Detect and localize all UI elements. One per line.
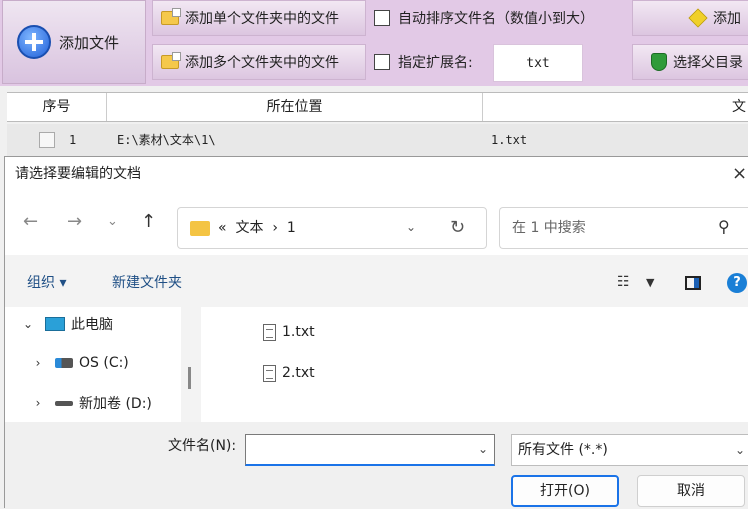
list-item[interactable]: 2.txt <box>263 362 315 384</box>
dialog-title: 请选择要编辑的文档 <box>15 166 141 182</box>
add-single-folder-label: 添加单个文件夹中的文件 <box>185 11 339 27</box>
row-checkbox[interactable] <box>39 132 55 148</box>
search-box[interactable]: 在 1 中搜索 ⚲ <box>499 207 748 249</box>
file-type-select[interactable]: 所有文件 (*.*) ⌄ <box>511 434 748 466</box>
file-list: 1.txt 2.txt <box>201 307 748 422</box>
new-folder-button[interactable]: 新建文件夹 <box>112 264 182 302</box>
add-button-partial[interactable]: 添加 <box>632 0 748 36</box>
column-header-location[interactable]: 所在位置 <box>107 93 483 121</box>
list-item[interactable]: 1.txt <box>263 321 315 343</box>
tree-item-c-drive[interactable]: › OS (C:) <box>5 346 207 380</box>
select-parent-label: 选择父目录 <box>673 55 743 71</box>
tree-item-label: 此电脑 <box>71 317 113 333</box>
breadcrumb-separator: › <box>272 220 278 236</box>
folder-add-icon <box>161 52 181 69</box>
back-arrow-icon[interactable]: ← <box>23 211 38 232</box>
open-button[interactable]: 打开(O) <box>511 475 619 507</box>
address-bar[interactable]: « 文本 › 1 ⌄ ↻ <box>177 207 487 249</box>
search-placeholder: 在 1 中搜索 <box>512 220 586 236</box>
organize-menu[interactable]: 组织 ▾ <box>27 264 66 302</box>
computer-icon <box>45 317 65 331</box>
specify-ext-checkbox[interactable] <box>374 54 390 70</box>
tree-item-label: 新加卷 (D:) <box>79 396 152 412</box>
auto-sort-checkbox-row[interactable]: 自动排序文件名（数值小到大） <box>374 0 594 36</box>
column-header-name[interactable]: 文 <box>483 93 748 121</box>
text-file-icon <box>263 323 276 341</box>
shield-icon <box>651 53 667 71</box>
address-dropdown-icon[interactable]: ⌄ <box>406 220 416 234</box>
file-type-dropdown-icon[interactable]: ⌄ <box>735 435 745 465</box>
up-arrow-icon[interactable]: ↑ <box>141 211 156 232</box>
add-partial-label: 添加 <box>713 11 741 27</box>
os-drive-icon <box>55 358 73 368</box>
filename-dropdown-icon[interactable]: ⌄ <box>478 442 488 456</box>
table-row[interactable]: 1 E:\素材\文本\1\ 1.txt <box>7 124 748 156</box>
add-icon <box>17 25 51 59</box>
expand-chevron-icon[interactable]: › <box>31 356 45 370</box>
row-location: E:\素材\文本\1\ <box>117 133 216 147</box>
folder-add-icon <box>161 8 181 25</box>
view-options-icon[interactable]: ☷ <box>617 274 630 290</box>
file-type-value: 所有文件 (*.*) <box>518 442 608 458</box>
filename-input[interactable] <box>246 435 474 465</box>
drive-icon <box>55 400 73 406</box>
view-dropdown-icon[interactable]: ▼ <box>646 276 654 289</box>
breadcrumb: « 文本 › 1 <box>218 208 296 248</box>
preview-pane-icon[interactable] <box>685 276 701 290</box>
expand-chevron-icon[interactable]: ⌄ <box>21 317 35 331</box>
extension-input[interactable]: txt <box>493 44 583 82</box>
add-file-label: 添加文件 <box>59 33 120 52</box>
help-icon[interactable]: ? <box>727 273 747 293</box>
close-icon[interactable]: × <box>732 157 746 191</box>
add-multi-folder-button[interactable]: 添加多个文件夹中的文件 <box>152 44 366 80</box>
file-name: 1.txt <box>282 324 315 340</box>
filename-label: 文件名(N): <box>168 438 237 454</box>
pencil-icon <box>688 8 708 28</box>
filename-field[interactable]: ⌄ <box>245 434 495 466</box>
specify-ext-label: 指定扩展名: <box>398 55 473 71</box>
add-single-folder-button[interactable]: 添加单个文件夹中的文件 <box>152 0 366 36</box>
cancel-button[interactable]: 取消 <box>637 475 745 507</box>
tree-item-label: OS (C:) <box>79 355 129 371</box>
select-parent-button[interactable]: 选择父目录 <box>632 44 748 80</box>
open-file-dialog: 请选择要编辑的文档 × ← → ⌄ ↑ « 文本 › 1 ⌄ ↻ 在 1 中搜索… <box>4 156 748 509</box>
command-bar: 组织 ▾ 新建文件夹 ☷ ▼ <box>5 264 748 306</box>
breadcrumb-item-1[interactable]: 1 <box>287 220 296 236</box>
folder-icon <box>190 221 210 236</box>
row-index: 1 <box>69 133 77 147</box>
refresh-icon[interactable]: ↻ <box>450 217 465 238</box>
auto-sort-checkbox[interactable] <box>374 10 390 26</box>
specify-ext-checkbox-row[interactable]: 指定扩展名: <box>374 44 473 80</box>
expand-chevron-icon[interactable]: › <box>31 396 45 410</box>
file-name: 2.txt <box>282 365 315 381</box>
breadcrumb-item-text[interactable]: 文本 <box>235 220 263 236</box>
tree-scrollbar[interactable] <box>188 367 191 389</box>
forward-arrow-icon[interactable]: → <box>67 211 82 232</box>
tree-item-d-drive[interactable]: › 新加卷 (D:) <box>5 386 207 420</box>
column-header-index[interactable]: 序号 <box>7 93 107 121</box>
add-file-button[interactable]: 添加文件 <box>2 0 146 84</box>
navigation-tree: ⌄ 此电脑 › OS (C:) › 新加卷 (D:) <box>5 307 181 422</box>
add-multi-folder-label: 添加多个文件夹中的文件 <box>185 55 339 71</box>
search-icon: ⚲ <box>718 217 730 236</box>
table-header: 序号 所在位置 文 <box>7 92 748 122</box>
dialog-title-bar: 请选择要编辑的文档 × <box>5 157 748 191</box>
breadcrumb-overflow[interactable]: « <box>218 220 227 236</box>
row-filename: 1.txt <box>491 133 528 147</box>
tree-item-this-pc[interactable]: ⌄ 此电脑 <box>5 307 197 341</box>
auto-sort-label: 自动排序文件名（数值小到大） <box>398 11 594 27</box>
recent-chevron-icon[interactable]: ⌄ <box>107 214 118 229</box>
text-file-icon <box>263 364 276 382</box>
app-toolbar: 添加文件 添加单个文件夹中的文件 添加多个文件夹中的文件 自动排序文件名（数值小… <box>0 0 748 86</box>
